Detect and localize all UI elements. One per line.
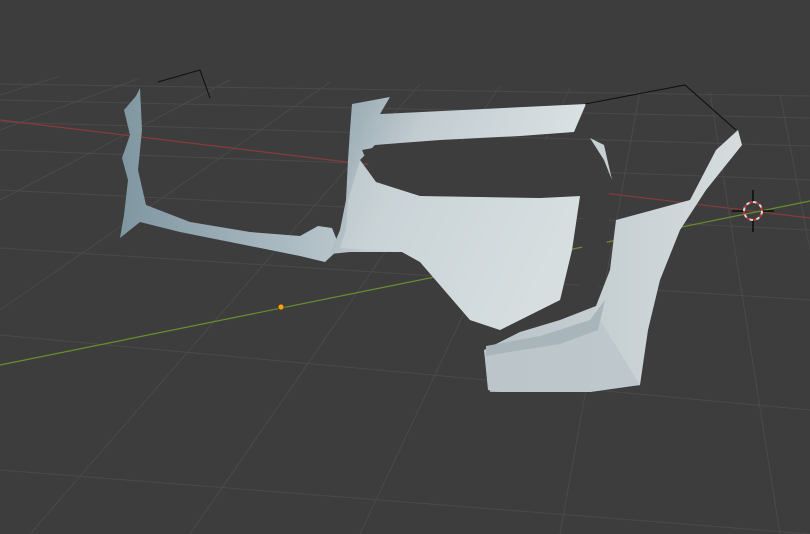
object-origin-icon[interactable] [277, 303, 285, 311]
viewport-background [0, 0, 810, 534]
viewport-canvas[interactable] [0, 0, 810, 534]
3d-viewport[interactable] [0, 0, 810, 534]
